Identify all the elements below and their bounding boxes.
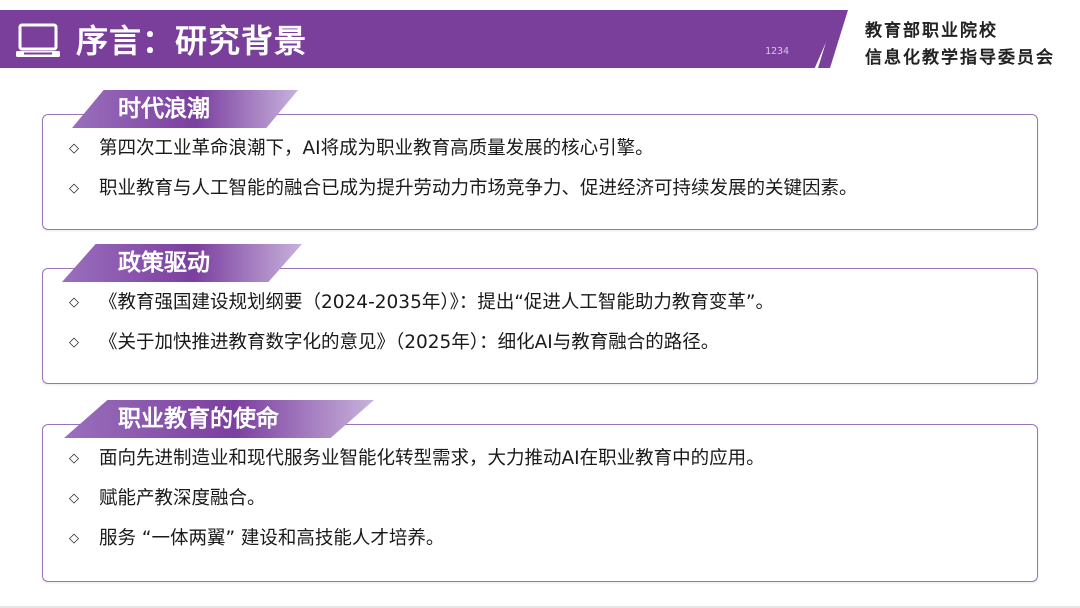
section-era-wave: ◇ 第四次工业革命浪潮下，AI将成为职业教育高质量发展的核心引擎。 ◇ 职业教育… [42,90,1038,232]
org-line-2: 信息化教学指导委员会 [865,48,1055,68]
section-title: 时代浪潮 [118,96,210,122]
section-box: ◇ 《教育强国建设规划纲要（2024-2035年）》：提出“促进人工智能助力教育… [42,268,1038,384]
computer-icon [16,23,60,57]
diamond-bullet-icon: ◇ [69,491,79,506]
section-title: 职业教育的使命 [118,406,279,432]
diamond-bullet-icon: ◇ [69,295,79,310]
org-line-1: 教育部职业院校 [865,21,998,41]
diamond-bullet-icon: ◇ [69,335,79,350]
header-deco-text: 1234 [765,46,790,57]
diamond-bullet-icon: ◇ [69,531,79,546]
list-item-text: 第四次工业革命浪潮下，AI将成为职业教育高质量发展的核心引擎。 [99,138,654,159]
section-vocational-mission: ◇ 面向先进制造业和现代服务业智能化转型需求，大力推动AI在职业教育中的应用。 … [42,400,1038,584]
list-item-text: 职业教育与人工智能的融合已成为提升劳动力市场竞争力、促进经济可持续发展的关键因素… [99,178,858,199]
list-item-text: 服务 “一体两翼” 建设和高技能人才培养。 [99,528,445,549]
diamond-bullet-icon: ◇ [69,181,79,196]
list-item-text: 赋能产教深度融合。 [99,488,266,509]
diamond-bullet-icon: ◇ [69,141,79,156]
page-title: 序言：研究背景 [76,22,308,60]
section-box: ◇ 第四次工业革命浪潮下，AI将成为职业教育高质量发展的核心引擎。 ◇ 职业教育… [42,114,1038,230]
section-title: 政策驱动 [118,250,210,276]
list-item-text: 《关于加快推进教育数字化的意见》（2025年）：细化AI与教育融合的路径。 [99,332,720,353]
section-box: ◇ 面向先进制造业和现代服务业智能化转型需求，大力推动AI在职业教育中的应用。 … [42,424,1038,582]
list-item-text: 《教育强国建设规划纲要（2024-2035年）》：提出“促进人工智能助力教育变革… [99,292,775,313]
list-item-text: 面向先进制造业和现代服务业智能化转型需求，大力推动AI在职业教育中的应用。 [99,448,765,469]
diamond-bullet-icon: ◇ [69,451,79,466]
organization-name: 教育部职业院校 信息化教学指导委员会 [865,18,1075,72]
section-policy-driven: ◇ 《教育强国建设规划纲要（2024-2035年）》：提出“促进人工智能助力教育… [42,244,1038,386]
